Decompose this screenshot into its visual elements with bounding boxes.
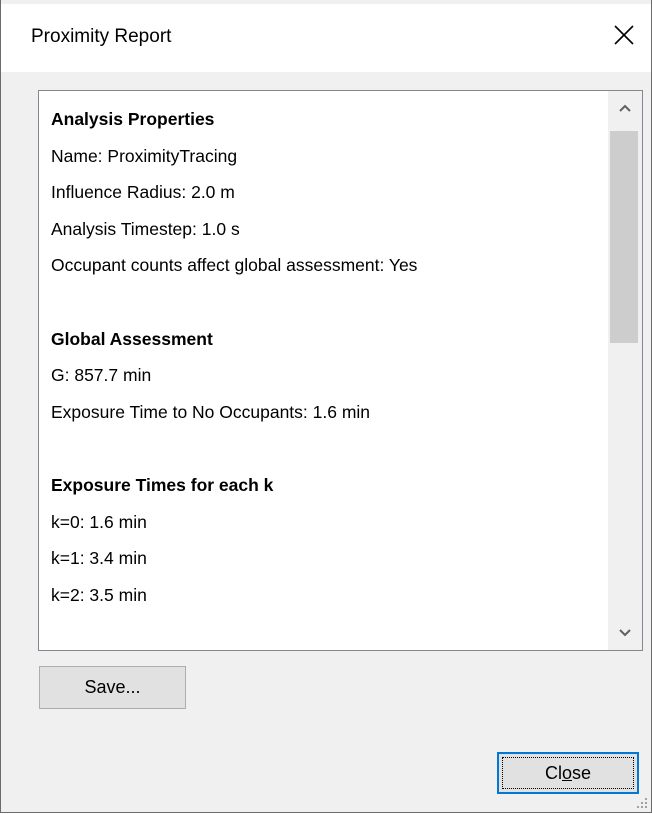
close-label-start: Cl	[544, 762, 562, 783]
report-content: Analysis Properties Name: ProximityTraci…	[51, 101, 611, 613]
influence-radius: Influence Radius: 2.0 m	[51, 182, 235, 203]
scroll-up-button[interactable]	[608, 91, 642, 125]
global-assessment-heading: Global Assessment	[51, 328, 213, 349]
save-button[interactable]: Save...	[39, 666, 186, 709]
k-exposure-time: k=0: 1.6 min	[51, 511, 147, 532]
close-button[interactable]: Close	[497, 752, 639, 794]
analysis-timestep: Analysis Timestep: 1.0 s	[51, 218, 240, 239]
scroll-down-button[interactable]	[608, 616, 642, 650]
report-text-box[interactable]: Analysis Properties Name: ProximityTraci…	[38, 90, 643, 651]
proximity-report-dialog: Proximity Report Analysis Properties Nam…	[0, 0, 652, 813]
close-x-icon	[614, 25, 634, 45]
exposure-time-no-occupants: Exposure Time to No Occupants: 1.6 min	[51, 401, 371, 422]
vertical-scrollbar[interactable]	[608, 91, 642, 650]
close-button-label: Close	[545, 763, 591, 784]
title-bar[interactable]: Proximity Report	[1, 4, 651, 72]
k-exposure-time: k=2: 3.5 min	[51, 584, 147, 605]
k-exposure-time: k=1: 3.4 min	[51, 548, 147, 569]
g-value: G: 857.7 min	[51, 365, 152, 386]
close-label-end: se	[572, 762, 592, 783]
chevron-down-icon	[619, 629, 631, 637]
occupant-counts-setting: Occupant counts affect global assessment…	[51, 255, 418, 276]
scroll-thumb[interactable]	[610, 131, 638, 343]
analysis-name: Name: ProximityTracing	[51, 145, 238, 166]
resize-grip-icon[interactable]	[635, 796, 649, 810]
chevron-up-icon	[619, 104, 631, 112]
window-title: Proximity Report	[31, 26, 172, 47]
exposure-times-heading: Exposure Times for each k	[51, 474, 274, 495]
close-window-button[interactable]	[601, 12, 647, 58]
close-label-mnemonic: o	[561, 762, 572, 783]
analysis-properties-heading: Analysis Properties	[51, 109, 215, 129]
